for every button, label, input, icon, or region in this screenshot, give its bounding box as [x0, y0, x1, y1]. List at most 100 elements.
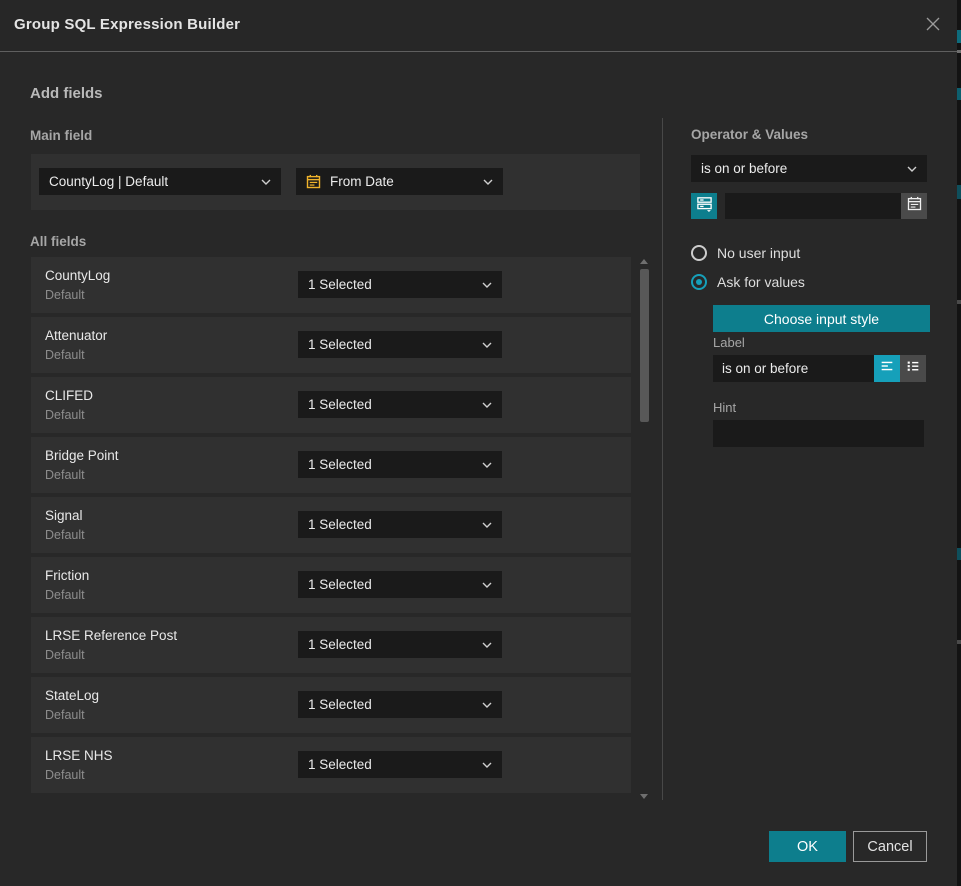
field-selected-value: 1 Selected — [308, 277, 476, 292]
hint-heading: Hint — [713, 400, 736, 415]
field-selected-dropdown[interactable]: 1 Selected — [298, 451, 502, 478]
date-picker-button[interactable] — [901, 193, 927, 219]
chevron-down-icon — [482, 282, 492, 288]
edge-fragment — [957, 30, 961, 43]
value-input[interactable] — [725, 193, 901, 219]
field-row: CLIFED Default 1 Selected — [31, 377, 631, 433]
edge-fragment — [957, 88, 961, 100]
chevron-down-icon — [261, 179, 271, 185]
date-calendar-icon — [306, 174, 321, 189]
chevron-down-icon — [483, 179, 493, 185]
edge-fragment — [957, 640, 961, 644]
list-input-style-icon — [905, 358, 921, 379]
scrollbar-up-arrow[interactable] — [640, 259, 648, 264]
layer-select-value: CountyLog | Default — [49, 174, 255, 189]
field-selected-value: 1 Selected — [308, 697, 476, 712]
ok-button[interactable]: OK — [769, 831, 846, 862]
field-name: Friction — [45, 568, 89, 583]
all-fields-heading: All fields — [30, 234, 86, 249]
field-selected-value: 1 Selected — [308, 517, 476, 532]
field-name: StateLog — [45, 688, 99, 703]
edge-fragment — [957, 300, 961, 304]
all-fields-list: CountyLog Default 1 Selected Attenuator … — [31, 257, 631, 797]
field-selected-value: 1 Selected — [308, 577, 476, 592]
group-sql-expression-builder-dialog: Group SQL Expression Builder Add fields … — [0, 0, 957, 886]
edge-fragment — [957, 50, 961, 53]
dialog-titlebar: Group SQL Expression Builder — [0, 0, 957, 52]
field-row: LRSE NHS Default 1 Selected — [31, 737, 631, 793]
scrollbar-down-arrow[interactable] — [640, 794, 648, 799]
main-field-panel: CountyLog | Default From Date — [31, 154, 640, 210]
field-subtitle: Default — [45, 528, 85, 542]
close-button[interactable] — [923, 16, 943, 36]
cancel-button[interactable]: Cancel — [853, 831, 927, 862]
field-selected-dropdown[interactable]: 1 Selected — [298, 571, 502, 598]
hint-input[interactable] — [713, 420, 924, 447]
field-name: Signal — [45, 508, 83, 523]
field-name: LRSE Reference Post — [45, 628, 177, 643]
field-row: Signal Default 1 Selected — [31, 497, 631, 553]
field-selected-dropdown[interactable]: 1 Selected — [298, 391, 502, 418]
field-subtitle: Default — [45, 348, 85, 362]
radio-ask-for-values-label: Ask for values — [717, 274, 805, 290]
field-selected-value: 1 Selected — [308, 337, 476, 352]
field-row: StateLog Default 1 Selected — [31, 677, 631, 733]
chevron-down-icon — [482, 462, 492, 468]
field-selected-dropdown[interactable]: 1 Selected — [298, 331, 502, 358]
add-fields-heading: Add fields — [30, 85, 103, 102]
edge-fragment — [957, 548, 961, 560]
scrollbar-thumb[interactable] — [640, 269, 649, 422]
select-values-from-list-button[interactable] — [691, 193, 717, 219]
field-subtitle: Default — [45, 288, 85, 302]
main-field-layer-select[interactable]: CountyLog | Default — [39, 168, 281, 195]
operator-value: is on or before — [701, 161, 901, 176]
field-row: CountyLog Default 1 Selected — [31, 257, 631, 313]
radio-no-user-input-label: No user input — [717, 245, 800, 261]
operator-values-heading: Operator & Values — [691, 127, 808, 142]
input-style-list-button[interactable] — [900, 355, 926, 382]
radio-no-user-input[interactable]: No user input — [691, 245, 800, 261]
choose-input-style-button[interactable]: Choose input style — [713, 305, 930, 332]
field-subtitle: Default — [45, 768, 85, 782]
label-input[interactable] — [713, 355, 874, 382]
field-subtitle: Default — [45, 648, 85, 662]
field-selected-dropdown[interactable]: 1 Selected — [298, 631, 502, 658]
field-name: LRSE NHS — [45, 748, 113, 763]
field-subtitle: Default — [45, 708, 85, 722]
field-row: Attenuator Default 1 Selected — [31, 317, 631, 373]
chevron-down-icon — [482, 702, 492, 708]
field-subtitle: Default — [45, 408, 85, 422]
radio-icon — [691, 274, 707, 290]
field-selected-dropdown[interactable]: 1 Selected — [298, 691, 502, 718]
input-style-text-button[interactable] — [874, 355, 900, 382]
field-selected-value: 1 Selected — [308, 397, 476, 412]
field-selected-dropdown[interactable]: 1 Selected — [298, 511, 502, 538]
field-row: Bridge Point Default 1 Selected — [31, 437, 631, 493]
field-name: Bridge Point — [45, 448, 119, 463]
field-subtitle: Default — [45, 588, 85, 602]
background-app-edge — [957, 0, 961, 886]
field-selected-dropdown[interactable]: 1 Selected — [298, 271, 502, 298]
main-field-field-select[interactable]: From Date — [296, 168, 503, 195]
chevron-down-icon — [482, 522, 492, 528]
main-field-heading: Main field — [30, 128, 92, 143]
label-heading: Label — [713, 335, 745, 350]
field-subtitle: Default — [45, 468, 85, 482]
operator-dropdown[interactable]: is on or before — [691, 155, 927, 182]
chevron-down-icon — [907, 166, 917, 172]
field-name: CLIFED — [45, 388, 93, 403]
field-row: LRSE Reference Post Default 1 Selected — [31, 617, 631, 673]
field-name: CountyLog — [45, 268, 110, 283]
chevron-down-icon — [482, 402, 492, 408]
chevron-down-icon — [482, 642, 492, 648]
chevron-down-icon — [482, 582, 492, 588]
radio-ask-for-values[interactable]: Ask for values — [691, 274, 805, 290]
radio-icon — [691, 245, 707, 261]
field-select-value: From Date — [330, 174, 477, 189]
edge-fragment — [957, 185, 961, 199]
field-selected-value: 1 Selected — [308, 637, 476, 652]
field-selected-value: 1 Selected — [308, 757, 476, 772]
field-name: Attenuator — [45, 328, 107, 343]
field-selected-dropdown[interactable]: 1 Selected — [298, 751, 502, 778]
dialog-title: Group SQL Expression Builder — [14, 16, 240, 33]
